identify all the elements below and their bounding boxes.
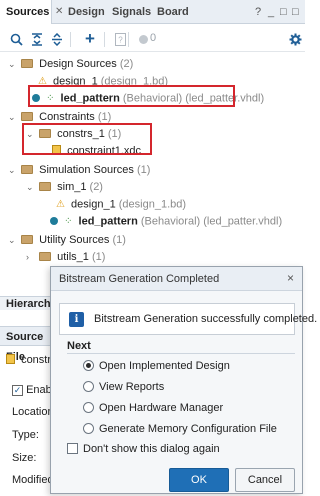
tree-label: design_1 [71, 198, 116, 211]
expand-all-icon[interactable] [49, 31, 65, 47]
tree-detail: (design_1.bd) [118, 198, 187, 211]
expanded-chevron-icon[interactable]: ⌄ [8, 56, 18, 73]
constraint-file-icon [6, 354, 15, 365]
folder-icon [39, 181, 52, 191]
tree-label: Design Sources [39, 58, 117, 70]
tree-simulation-sources[interactable]: ⌄ Simulation Sources (1) [8, 162, 150, 179]
expanded-chevron-icon[interactable]: ⌄ [8, 162, 18, 179]
gear-icon[interactable] [287, 31, 303, 47]
tree-label: sim_1 [57, 181, 87, 193]
expanded-chevron-icon[interactable]: ⌄ [26, 179, 36, 196]
svg-text:?: ? [118, 35, 123, 44]
tree-count: (1) [97, 111, 112, 123]
option-generate-memory-config[interactable]: Generate Memory Configuration File [83, 422, 277, 435]
tree-count: (1) [136, 164, 151, 176]
tree-label: Simulation Sources [39, 164, 134, 176]
tree-label: utils_1 [57, 251, 89, 263]
hierarchy-icon: ⁘ [64, 216, 73, 227]
prop-size-label: Size: [12, 452, 37, 464]
toolbar-divider-2 [104, 32, 105, 47]
tab-signals[interactable]: Signals [112, 0, 151, 24]
tab-close-icon[interactable]: ✕ [55, 0, 63, 24]
restore-icon[interactable]: □ [280, 0, 287, 24]
tab-design[interactable]: Design [68, 0, 105, 24]
radio-unselected[interactable] [83, 422, 94, 434]
info-icon: i [69, 312, 84, 327]
top-module-icon [50, 216, 58, 225]
dialog-message: Bitstream Generation successfully comple… [94, 313, 318, 325]
section-divider [67, 353, 295, 354]
dont-show-again-label: Don't show this dialog again [83, 443, 220, 455]
dialog-title-bar[interactable]: Bitstream Generation Completed × [51, 267, 302, 291]
highlight-box-constraints [22, 123, 152, 155]
radio-unselected[interactable] [83, 401, 94, 413]
bitstream-completed-dialog: Bitstream Generation Completed × i Bitst… [50, 266, 317, 494]
folder-icon [21, 234, 34, 244]
dialog-title: Bitstream Generation Completed [59, 273, 220, 285]
highlight-box-led-pattern [28, 85, 235, 107]
folder-icon [21, 164, 34, 174]
radio-selected[interactable] [83, 359, 94, 371]
next-section-label: Next [67, 340, 91, 352]
ok-button[interactable]: OK [169, 468, 229, 492]
prop-type-label: Type: [12, 429, 39, 441]
toolbar-divider-3 [128, 32, 129, 47]
maximize-icon[interactable]: □ [292, 0, 299, 24]
message-panel: i Bitstream Generation successfully comp… [59, 303, 317, 335]
help-icon[interactable]: ? [255, 0, 261, 24]
option-label: Open Implemented Design [99, 360, 230, 372]
tab-sources[interactable]: Sources [0, 0, 52, 24]
option-open-implemented-design[interactable]: Open Implemented Design [83, 359, 230, 372]
folder-icon [21, 58, 34, 68]
folder-icon [21, 111, 34, 121]
expanded-chevron-icon[interactable]: ⌄ [8, 109, 18, 126]
tree-label: led_pattern [78, 215, 138, 228]
warning-icon: ⚠ [56, 199, 65, 210]
sources-toolbar: + ? 0 [0, 28, 305, 52]
tab-hierarchy[interactable]: Hierarchy [0, 296, 57, 310]
tree-utils-1[interactable]: › utils_1 (1) [26, 249, 105, 266]
tab-board[interactable]: Board [157, 0, 189, 24]
option-view-reports[interactable]: View Reports [83, 380, 165, 393]
tree-count: (2) [89, 181, 103, 193]
collapsed-chevron-icon[interactable]: › [26, 249, 36, 266]
enable-checkbox[interactable]: ✓ [12, 384, 23, 396]
radio-unselected[interactable] [83, 380, 94, 392]
option-label: Open Hardware Manager [99, 402, 224, 414]
tree-utility-sources[interactable]: ⌄ Utility Sources (1) [8, 232, 126, 249]
tree-sim-led-pattern[interactable]: ⁘ led_pattern (Behavioral) (led_patter.v… [50, 213, 282, 230]
collapse-all-icon[interactable] [29, 31, 45, 47]
tree-label: Constraints [39, 111, 95, 123]
tree-count: (1) [112, 234, 126, 246]
unread-count: 0 [150, 32, 157, 44]
tree-sim-design-1[interactable]: ⚠ design_1 (design_1.bd) [56, 196, 186, 213]
properties-icon[interactable]: ? [112, 31, 128, 47]
cancel-button[interactable]: Cancel [235, 468, 295, 492]
tab-sources-label: Sources [6, 6, 50, 18]
status-circle-icon [135, 31, 151, 47]
toolbar-divider [70, 32, 71, 47]
tree-sim-1[interactable]: ⌄ sim_1 (2) [26, 179, 103, 196]
option-label: Generate Memory Configuration File [99, 423, 277, 435]
tree-count: (2) [119, 58, 134, 70]
dont-show-again-checkbox[interactable] [67, 442, 78, 454]
expanded-chevron-icon[interactable]: ⌄ [8, 232, 18, 249]
folder-icon [39, 251, 52, 261]
panel-tab-bar: Sources ✕ Design Signals Board ? _ □ □ [0, 0, 305, 24]
tree-detail: (Behavioral) (led_patter.vhdl) [140, 215, 283, 228]
tree-design-sources[interactable]: ⌄ Design Sources (2) [8, 56, 133, 73]
option-label: View Reports [99, 381, 165, 393]
tree-label: Utility Sources [39, 234, 110, 246]
minimize-icon[interactable]: _ [268, 0, 274, 24]
search-icon[interactable] [8, 31, 24, 47]
option-open-hardware-manager[interactable]: Open Hardware Manager [83, 401, 224, 414]
source-file-properties-header: Source File [0, 326, 50, 363]
close-icon[interactable]: × [287, 271, 294, 285]
tree-count: (1) [91, 251, 106, 263]
add-sources-icon[interactable]: + [82, 29, 98, 48]
dont-show-again-row[interactable]: Don't show this dialog again [67, 442, 220, 455]
